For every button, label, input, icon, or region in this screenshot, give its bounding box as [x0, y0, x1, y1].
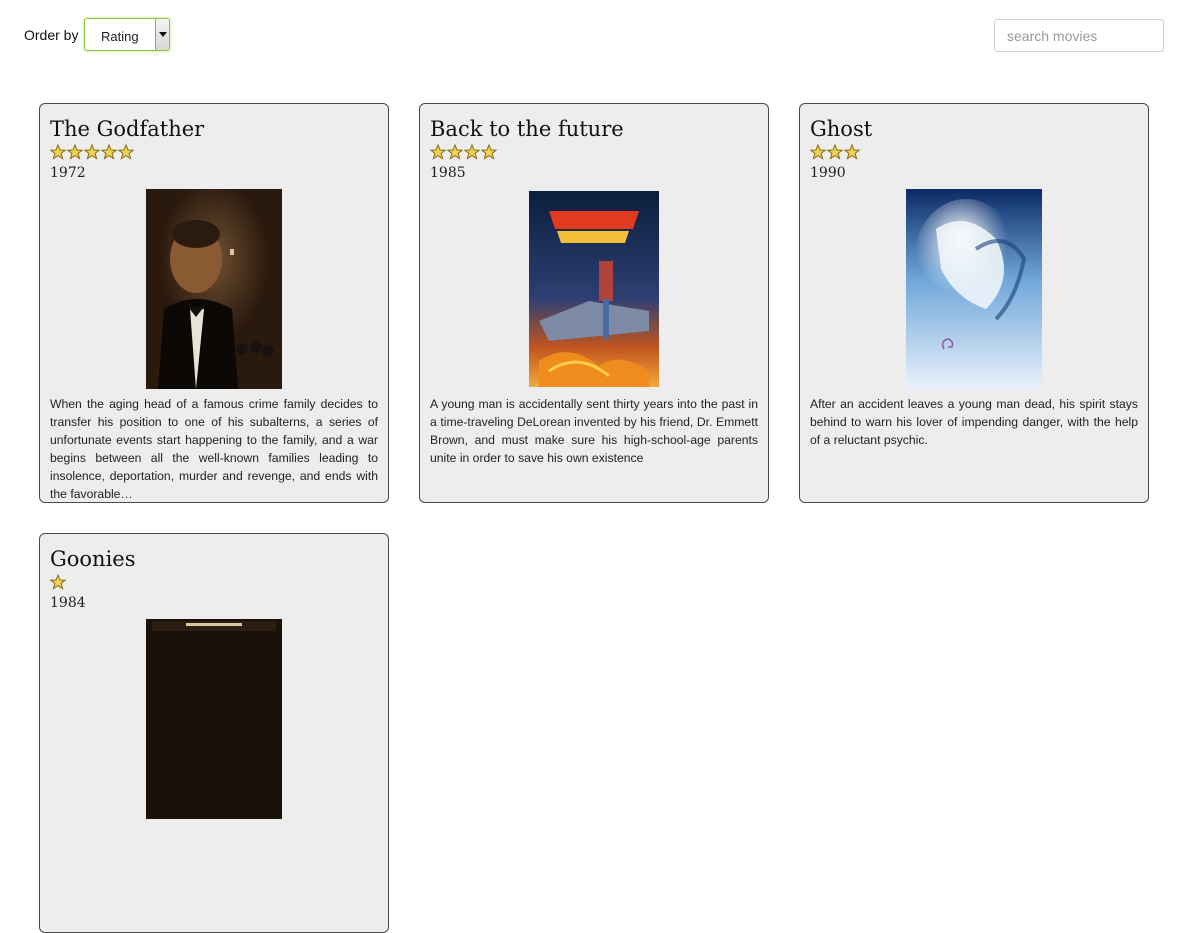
- star-icon: [810, 144, 826, 160]
- star-icon: [84, 144, 100, 160]
- movie-poster-image: [146, 619, 282, 819]
- star-rating: [430, 144, 758, 162]
- movie-year: 1985: [430, 165, 466, 181]
- order-by-label: Order by: [24, 27, 79, 43]
- movie-title: Ghost: [810, 117, 873, 141]
- movie-description: When the aging head of a famous crime fa…: [50, 397, 378, 501]
- star-icon: [844, 144, 860, 160]
- star-icon: [464, 144, 480, 160]
- star-rating: [50, 144, 378, 162]
- movie-card: Ghost 1990 After an accident leaves a yo…: [799, 103, 1149, 503]
- star-icon: [481, 144, 497, 160]
- star-rating: [810, 144, 1138, 162]
- star-icon: [101, 144, 117, 160]
- movie-poster-image: [906, 189, 1042, 389]
- movie-title: Back to the future: [430, 117, 624, 141]
- star-icon: [430, 144, 446, 160]
- star-icon: [50, 574, 66, 590]
- movie-poster-image: [526, 189, 662, 389]
- movie-card: Goonies 1984: [39, 533, 389, 933]
- star-icon: [827, 144, 843, 160]
- movie-card: The Godfather 1972 When the aging head o…: [39, 103, 389, 503]
- toolbar: Order by Rating: [0, 0, 1186, 80]
- order-by-select[interactable]: Rating: [84, 18, 170, 51]
- movie-year: 1972: [50, 165, 86, 181]
- star-icon: [50, 144, 66, 160]
- movie-year: 1990: [810, 165, 846, 181]
- search-movies-input[interactable]: [994, 19, 1164, 52]
- movie-year: 1984: [50, 595, 86, 611]
- movie-card: Back to the future 1985 A young man is a…: [419, 103, 769, 503]
- movie-title: Goonies: [50, 547, 136, 571]
- movie-title: The Godfather: [50, 117, 205, 141]
- movie-description: A young man is accidentally sent thirty …: [430, 397, 758, 465]
- star-rating: [50, 574, 378, 592]
- movie-description: After an accident leaves a young man dea…: [810, 397, 1138, 447]
- star-icon: [67, 144, 83, 160]
- star-icon: [447, 144, 463, 160]
- star-icon: [118, 144, 134, 160]
- chevron-down-icon[interactable]: [155, 19, 169, 50]
- movie-poster-image: [146, 189, 282, 389]
- order-by-selected-value: Rating: [101, 29, 139, 44]
